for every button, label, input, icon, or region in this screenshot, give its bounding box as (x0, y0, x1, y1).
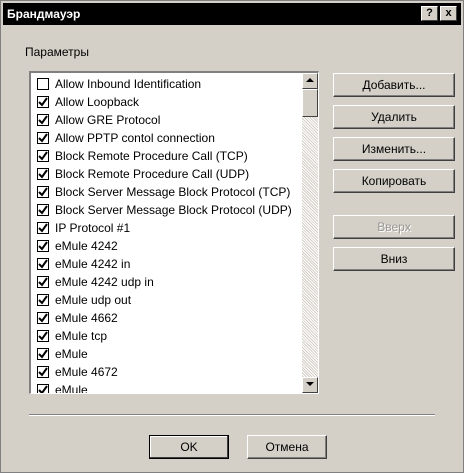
ok-button[interactable]: OK (149, 435, 229, 459)
checkmark-icon (38, 223, 48, 233)
list-item[interactable]: eMule udp out (33, 291, 301, 309)
list-item[interactable]: Allow Loopback (33, 93, 301, 111)
checkbox-checked[interactable] (37, 276, 49, 288)
checkbox-checked[interactable] (37, 204, 49, 216)
checkmark-icon (38, 331, 48, 341)
rules-list: Allow Inbound Identification Allow Loopba… (33, 75, 301, 394)
copy-button[interactable]: Копировать (333, 169, 455, 193)
checkmark-icon (38, 97, 48, 107)
checkmark-icon (38, 241, 48, 251)
list-item[interactable]: Block Server Message Block Protocol (TCP… (33, 183, 301, 201)
move-down-button[interactable]: Вниз (333, 247, 455, 271)
edit-button[interactable]: Изменить... (333, 137, 455, 161)
list-item[interactable]: Block Server Message Block Protocol (UDP… (33, 201, 301, 219)
firewall-dialog: Брандмауэр ? x Параметры Allow Inbound I… (0, 0, 464, 473)
list-item-label: eMule 4242 udp in (55, 275, 154, 289)
checkbox-checked[interactable] (37, 114, 49, 126)
list-item-label: Allow Inbound Identification (55, 77, 202, 91)
list-item-label: IP Protocol #1 (55, 221, 131, 235)
list-item-label: Allow GRE Protocol (55, 113, 161, 127)
list-item-label: eMule 4242 in (55, 257, 131, 271)
list-item[interactable]: IP Protocol #1 (33, 219, 301, 237)
help-button[interactable]: ? (421, 6, 438, 21)
checkmark-icon (38, 295, 48, 305)
separator (29, 414, 435, 416)
delete-button[interactable]: Удалить (333, 105, 455, 129)
checkbox-checked[interactable] (37, 294, 49, 306)
checkbox-checked[interactable] (37, 258, 49, 270)
checkbox-checked[interactable] (37, 366, 49, 378)
checkmark-icon (38, 151, 48, 161)
list-item[interactable]: Allow Inbound Identification (33, 75, 301, 93)
checkmark-icon (38, 259, 48, 269)
checkbox-checked[interactable] (37, 312, 49, 324)
checkbox-checked[interactable] (37, 330, 49, 342)
list-item[interactable]: eMule 4242 in (33, 255, 301, 273)
list-item-label: Block Server Message Block Protocol (UDP… (55, 203, 292, 217)
list-item[interactable]: eMule (33, 345, 301, 363)
list-item-label: eMule (55, 347, 88, 361)
title-bar: Брандмауэр ? x (3, 3, 461, 25)
list-item[interactable]: Allow PPTP contol connection (33, 129, 301, 147)
list-item-label: Block Remote Procedure Call (TCP) (55, 149, 248, 163)
list-item[interactable]: Block Remote Procedure Call (TCP) (33, 147, 301, 165)
scroll-up-button[interactable] (302, 73, 318, 89)
window-title: Брандмауэр (7, 7, 81, 21)
vertical-scrollbar[interactable] (302, 73, 318, 393)
list-item[interactable]: eMule 4242 (33, 237, 301, 255)
checkbox-checked[interactable] (37, 132, 49, 144)
checkbox-unchecked[interactable] (37, 78, 49, 90)
params-label: Параметры (25, 45, 89, 59)
scroll-thumb[interactable] (302, 89, 318, 117)
list-item[interactable]: eMule tcp (33, 327, 301, 345)
checkbox-checked[interactable] (37, 168, 49, 180)
list-item-label: eMule (55, 383, 88, 394)
checkbox-checked[interactable] (37, 96, 49, 108)
checkmark-icon (38, 367, 48, 377)
list-item[interactable]: Allow GRE Protocol (33, 111, 301, 129)
arrow-up-icon (306, 78, 314, 82)
list-item[interactable]: eMule 4662 (33, 309, 301, 327)
list-item[interactable]: eMule 4242 udp in (33, 273, 301, 291)
checkmark-icon (38, 115, 48, 125)
scroll-down-button[interactable] (302, 377, 318, 393)
checkmark-icon (38, 349, 48, 359)
checkmark-icon (38, 187, 48, 197)
list-item-label: eMule tcp (55, 329, 108, 343)
list-item-label: eMule 4242 (55, 239, 118, 253)
cancel-button[interactable]: Отмена (247, 435, 327, 459)
list-item-label: Block Server Message Block Protocol (TCP… (55, 185, 291, 199)
checkbox-checked[interactable] (37, 222, 49, 234)
checkmark-icon (38, 133, 48, 143)
list-item[interactable]: eMule (33, 381, 301, 394)
list-item-label: eMule 4672 (55, 365, 118, 379)
move-up-button[interactable]: Вверх (333, 215, 455, 239)
checkmark-icon (38, 313, 48, 323)
list-item-label: Block Remote Procedure Call (UDP) (55, 167, 250, 181)
checkbox-checked[interactable] (37, 186, 49, 198)
list-item-label: eMule 4662 (55, 311, 118, 325)
checkbox-checked[interactable] (37, 150, 49, 162)
rules-listbox[interactable]: Allow Inbound Identification Allow Loopba… (29, 71, 319, 394)
add-button[interactable]: Добавить... (333, 73, 455, 97)
list-item-label: eMule udp out (55, 293, 132, 307)
checkbox-checked[interactable] (37, 348, 49, 360)
list-item[interactable]: Block Remote Procedure Call (UDP) (33, 165, 301, 183)
list-item[interactable]: eMule 4672 (33, 363, 301, 381)
arrow-down-icon (306, 382, 314, 386)
list-item-label: Allow PPTP contol connection (55, 131, 215, 145)
checkmark-icon (38, 277, 48, 287)
list-item-label: Allow Loopback (55, 95, 140, 109)
checkbox-checked[interactable] (37, 384, 49, 393)
checkbox-checked[interactable] (37, 240, 49, 252)
checkmark-icon (38, 205, 48, 215)
close-button[interactable]: x (440, 6, 457, 21)
checkmark-icon (38, 385, 48, 393)
checkmark-icon (38, 169, 48, 179)
